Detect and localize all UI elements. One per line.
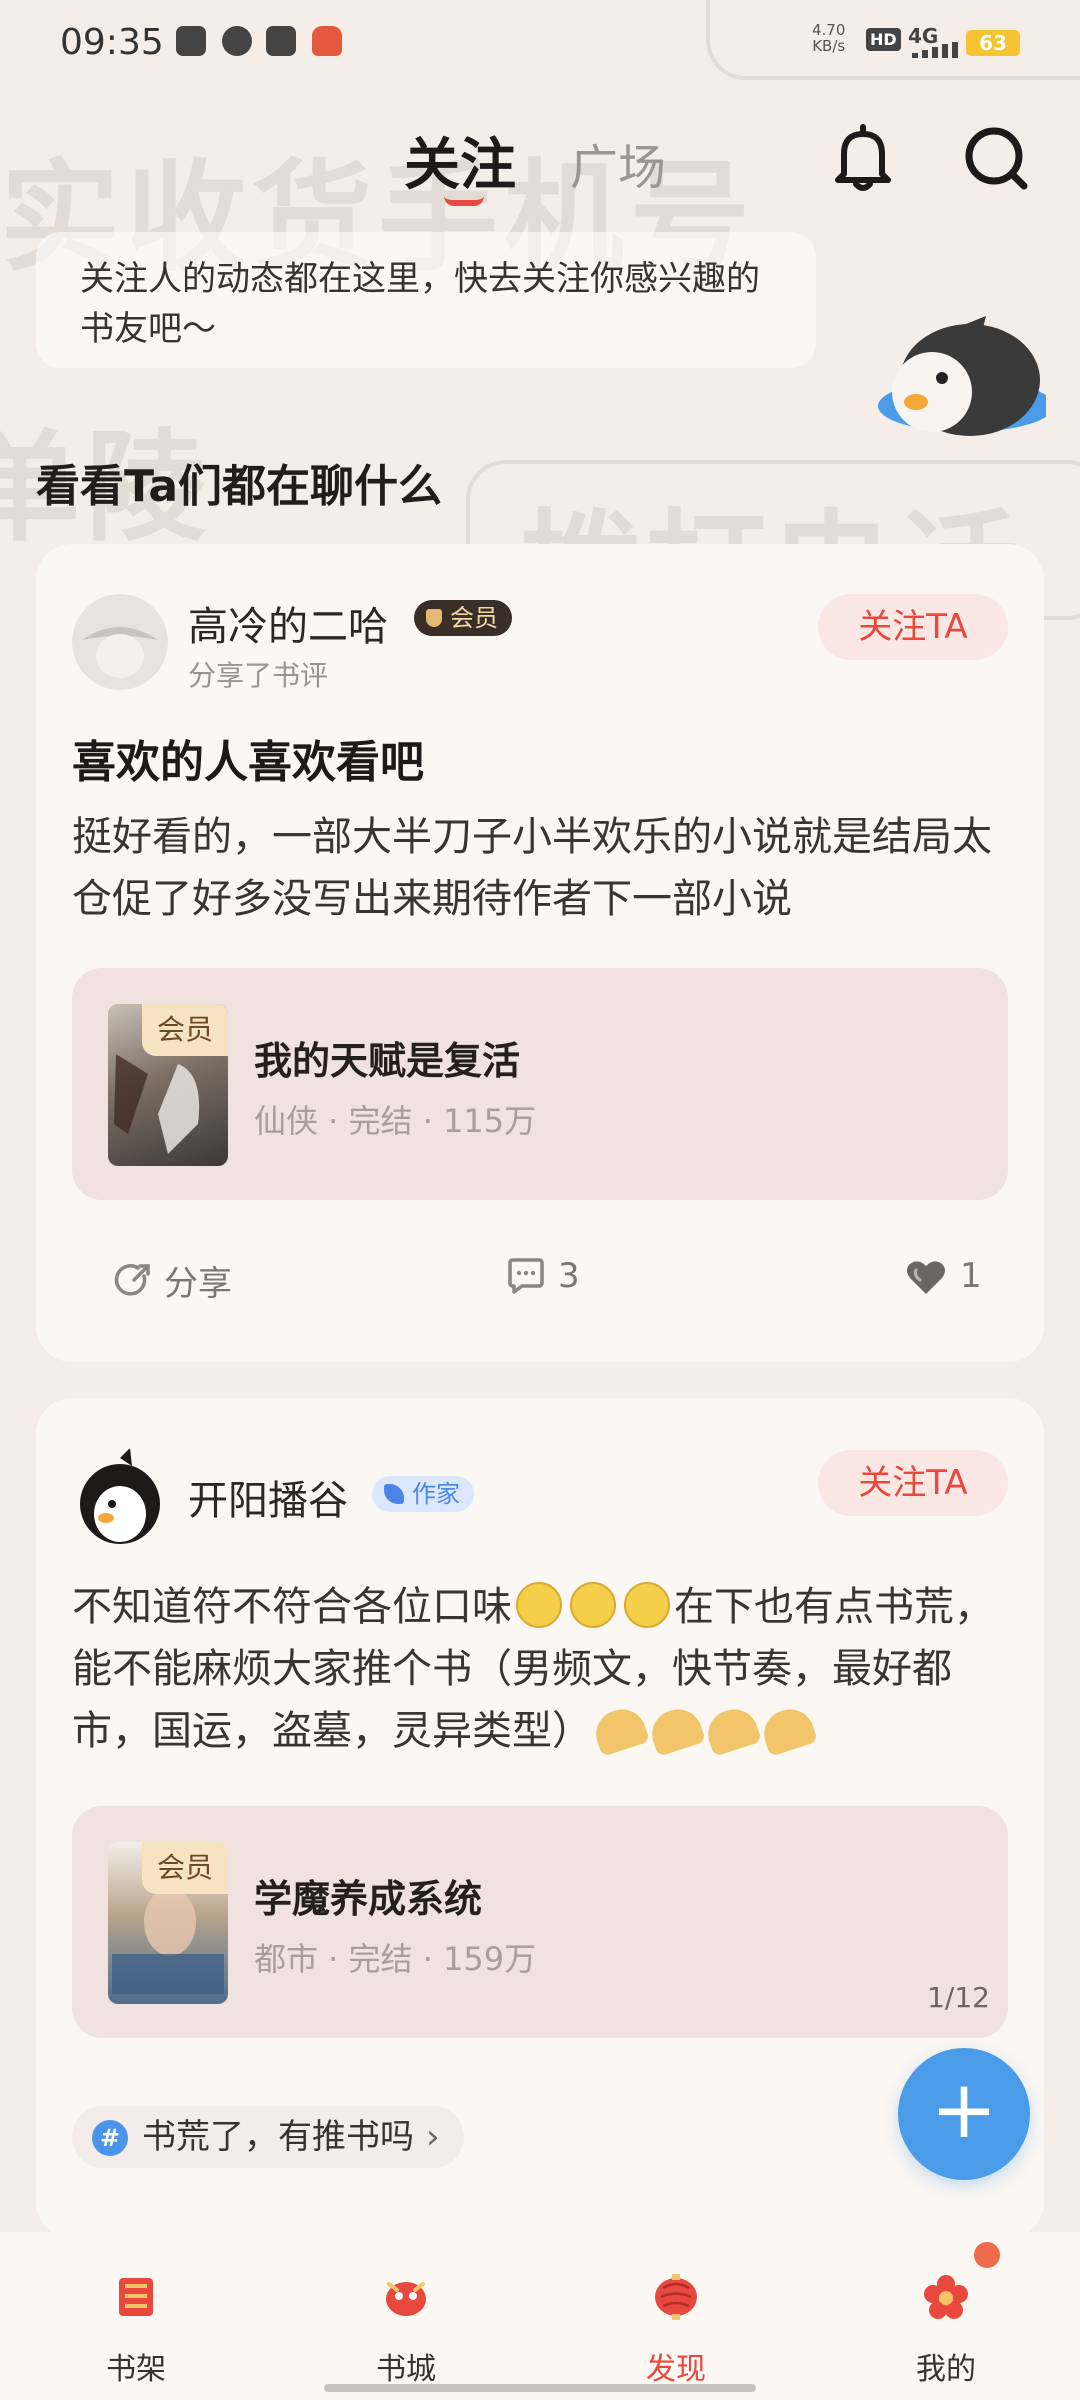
avatar[interactable] [72, 1448, 168, 1544]
share-label: 分享 [164, 1264, 232, 1304]
nav-label: 我的 [916, 2352, 976, 2387]
profile-icon [924, 2275, 968, 2319]
active-tab-indicator [444, 196, 484, 206]
notification-app-icon [266, 26, 296, 56]
smile-emoji-icon [570, 1582, 616, 1628]
signal-bars-icon [912, 42, 958, 58]
book-cover: 会员 [108, 1842, 228, 2004]
network-speed: 4.70 KB/s [812, 21, 846, 55]
topic-label: 书荒了，有推书吗 [142, 2117, 414, 2157]
clap-emoji-icon [758, 1703, 818, 1757]
post-card[interactable]: 开阳播谷 作家 关注TA 不知道符不符合各位口味 在下也有点书荒，能不能麻烦大家推… [36, 1398, 1044, 2238]
book-meta: 都市 · 完结 · 159万 [254, 1940, 537, 1978]
tab-square[interactable]: 广场 [570, 128, 666, 198]
follow-button[interactable]: 关注TA [818, 594, 1008, 660]
comment-button[interactable]: 3 [506, 1256, 580, 1296]
top-nav: 关注 广场 [0, 110, 1080, 210]
book-meta: 仙侠 · 完结 · 115万 [254, 1102, 537, 1140]
notification-app-icon [176, 26, 206, 56]
comment-count: 3 [558, 1256, 580, 1296]
book-cover: 会员 [108, 1004, 228, 1166]
avatar[interactable] [72, 594, 168, 690]
share-button[interactable]: 分享 [114, 1256, 232, 1305]
share-icon [114, 1263, 150, 1296]
like-icon [907, 1261, 945, 1294]
status-bar: 09:35 4.70 KB/s HD 4G 63 [0, 0, 1080, 86]
section-title: 看看Ta们都在聊什么 [36, 461, 443, 512]
nav-bookshelf[interactable]: 书架 [76, 2272, 196, 2388]
vip-badge: 会员 [414, 600, 512, 636]
home-indicator[interactable] [324, 2384, 756, 2392]
hashtag-icon: # [92, 2120, 128, 2156]
discover-icon [655, 2274, 697, 2320]
post-body[interactable]: 不知道符不符合各位口味 在下也有点书荒，能不能麻烦大家推个书（男频文，快节奏，最好… [72, 1576, 1012, 1762]
nav-label: 书架 [106, 2352, 166, 2387]
chevron-right-icon: › [426, 2117, 440, 2157]
book-card[interactable]: 会员 学魔养成系统 都市 · 完结 · 159万 1/12 [72, 1806, 1008, 2038]
battery-icon: 63 [966, 30, 1020, 56]
notification-app-icon [312, 26, 342, 56]
hd-icon: HD [866, 28, 901, 51]
book-title: 我的天赋是复活 [254, 1039, 521, 1083]
nav-bookstore[interactable]: 书城 [346, 2272, 466, 2388]
create-post-button[interactable]: + [898, 2048, 1030, 2180]
smile-emoji-icon [516, 1582, 562, 1628]
post-body[interactable]: 挺好看的，一部大半刀子小半欢乐的小说就是结局太仓促了好多没写出来期待作者下一部小… [72, 806, 1012, 930]
search-icon[interactable] [962, 124, 1032, 194]
comment-icon [508, 1258, 544, 1294]
tab-follow[interactable]: 关注 [404, 120, 516, 201]
bookshelf-icon [119, 2278, 153, 2316]
status-time: 09:35 [60, 22, 164, 63]
follow-button[interactable]: 关注TA [818, 1450, 1008, 1516]
notification-dot [974, 2242, 1000, 2268]
notification-app-icon [222, 26, 252, 56]
topic-tag[interactable]: # 书荒了，有推书吗 › [72, 2106, 464, 2168]
clap-emoji-icon [702, 1703, 762, 1757]
nav-label: 发现 [646, 2352, 706, 2387]
username[interactable]: 开阳播谷 [188, 1468, 348, 1526]
follow-tip: 关注人的动态都在这里，快去关注你感兴趣的书友吧～ [36, 232, 816, 368]
book-title: 学魔养成系统 [254, 1877, 483, 1921]
bottom-nav: 书架 书城 发现 我的 [0, 2232, 1080, 2400]
bell-icon[interactable] [830, 124, 896, 194]
username[interactable]: 高冷的二哈 [188, 594, 388, 652]
author-badge: 作家 [372, 1476, 474, 1512]
post-card[interactable]: 高冷的二哈 会员 分享了书评 关注TA 喜欢的人喜欢看吧 挺好看的，一部大半刀子… [36, 544, 1044, 1362]
post-subtitle: 分享了书评 [188, 659, 329, 692]
post-body-text: 不知道符不符合各位口味 [72, 1584, 512, 1630]
penguin-mascot-icon [878, 316, 1046, 436]
book-card[interactable]: 会员 我的天赋是复活 仙侠 · 完结 · 115万 [72, 968, 1008, 1200]
cover-vip-badge: 会员 [142, 1842, 228, 1894]
image-pager: 1/12 [927, 1981, 990, 2014]
nav-profile[interactable]: 我的 [886, 2272, 1006, 2388]
smile-emoji-icon [624, 1582, 670, 1628]
nav-discover[interactable]: 发现 [616, 2272, 736, 2388]
bookstore-icon [386, 2282, 426, 2316]
nav-label: 书城 [376, 2352, 436, 2387]
post-title: 喜欢的人喜欢看吧 [72, 737, 424, 788]
like-count: 1 [960, 1256, 982, 1296]
clap-emoji-icon [646, 1703, 706, 1757]
like-button[interactable]: 1 [904, 1256, 982, 1296]
cover-vip-badge: 会员 [142, 1004, 228, 1056]
clap-emoji-icon [590, 1703, 650, 1757]
